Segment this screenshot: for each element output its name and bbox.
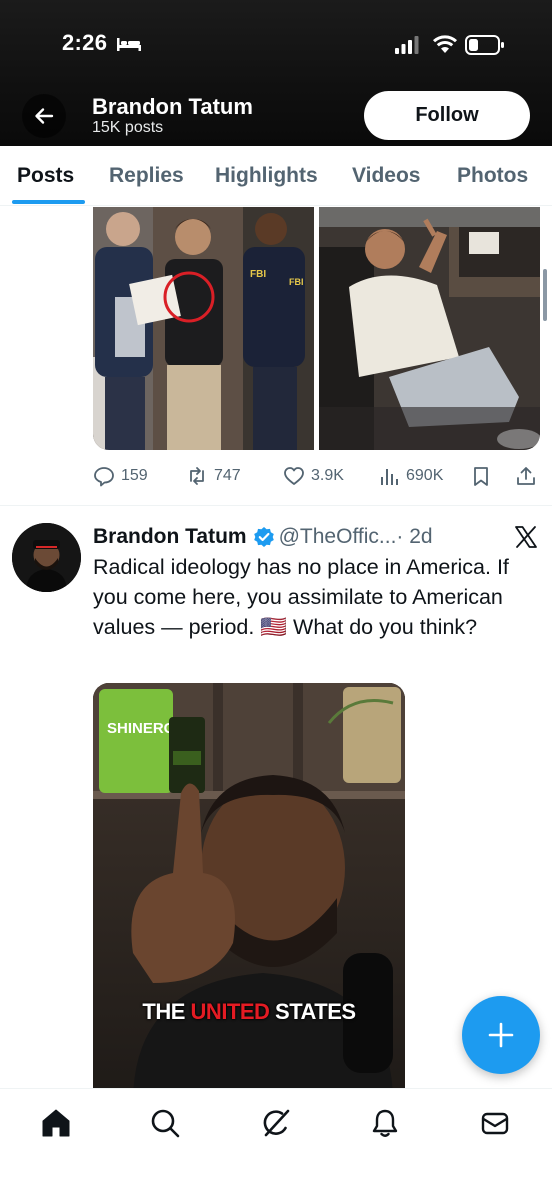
active-tab-indicator [12, 200, 85, 204]
like-button[interactable]: 3.9K [283, 463, 344, 489]
repost-button[interactable]: 747 [186, 463, 241, 489]
post-author-line: Brandon Tatum @TheOffic... · 2d [93, 523, 433, 551]
grok-icon [263, 1109, 290, 1137]
caption-text-2: STATES [269, 999, 356, 1024]
svg-text:FBI: FBI [250, 269, 266, 280]
author-handle[interactable]: @TheOffic... [279, 525, 397, 549]
bookmark-icon [474, 467, 488, 486]
profile-name: Brandon Tatum [92, 94, 253, 119]
reply-button[interactable]: 159 [93, 463, 148, 489]
bottom-navigation [0, 1088, 552, 1200]
nav-notifications[interactable] [365, 1103, 405, 1143]
wifi-icon [432, 35, 458, 53]
post-photo-crowd[interactable] [319, 207, 540, 450]
home-indicator [140, 1181, 412, 1187]
scrollbar[interactable] [543, 269, 547, 321]
nav-messages[interactable] [475, 1103, 515, 1143]
x-logo-icon[interactable] [514, 525, 538, 549]
mail-icon [481, 1112, 509, 1135]
follow-button[interactable]: Follow [364, 91, 530, 140]
reply-icon [94, 467, 114, 487]
nav-home[interactable] [36, 1103, 76, 1143]
compose-post-button[interactable] [462, 996, 540, 1074]
plus-icon [488, 1022, 514, 1048]
tab-photos[interactable]: Photos [457, 146, 528, 206]
heart-icon [284, 467, 304, 485]
tab-posts[interactable]: Posts [17, 146, 74, 206]
like-count: 3.9K [311, 467, 344, 484]
profile-tabs: Posts Replies Highlights Videos Photos [0, 146, 552, 206]
profile-header: 2:26 Brandon Tatum 15K posts Follow [0, 0, 552, 146]
view-count: 690K [406, 467, 444, 484]
post-timestamp: · 2d [396, 525, 433, 548]
cellular-signal-icon [395, 36, 419, 54]
nav-grok[interactable] [256, 1103, 296, 1143]
post-text: Radical ideology has no place in America… [93, 555, 509, 639]
views-button[interactable]: 690K [378, 463, 443, 489]
svg-text:FBI: FBI [289, 277, 304, 287]
post-action-bar: 159 747 3.9K 690K [93, 463, 543, 489]
caption-highlight: UNITED [190, 999, 270, 1024]
post-video[interactable]: SHINERGY THE UNITED STATES [93, 683, 405, 1088]
share-button[interactable] [515, 463, 537, 489]
battery-icon [465, 35, 504, 55]
tab-videos[interactable]: Videos [352, 146, 420, 206]
repost-count: 747 [214, 467, 241, 484]
nav-search[interactable] [145, 1103, 185, 1143]
home-icon [42, 1109, 70, 1137]
post-photo-arrest[interactable]: FBI FBI [93, 207, 314, 450]
sleep-focus-icon [117, 38, 141, 51]
bell-icon [372, 1109, 398, 1137]
reply-count: 159 [121, 467, 148, 484]
bookmark-button[interactable] [470, 463, 492, 489]
search-icon [151, 1109, 180, 1138]
back-button[interactable] [22, 94, 66, 138]
share-icon [517, 467, 535, 485]
tab-replies[interactable]: Replies [109, 146, 184, 206]
status-time: 2:26 [62, 30, 108, 55]
avatar[interactable] [12, 523, 81, 592]
video-caption: THE UNITED STATES [93, 999, 405, 1025]
caption-text-1: THE [142, 999, 191, 1024]
repost-icon [190, 467, 204, 485]
author-name[interactable]: Brandon Tatum [93, 525, 247, 549]
tab-highlights[interactable]: Highlights [215, 146, 318, 206]
post-count: 15K posts [92, 119, 164, 136]
verified-badge-icon [253, 527, 274, 547]
post-divider [0, 505, 552, 506]
arrow-left-icon [35, 108, 54, 124]
timeline[interactable]: FBI FBI 159 747 3.9K 690K Brandon Tatum … [0, 207, 552, 1088]
views-chart-icon [381, 469, 398, 485]
